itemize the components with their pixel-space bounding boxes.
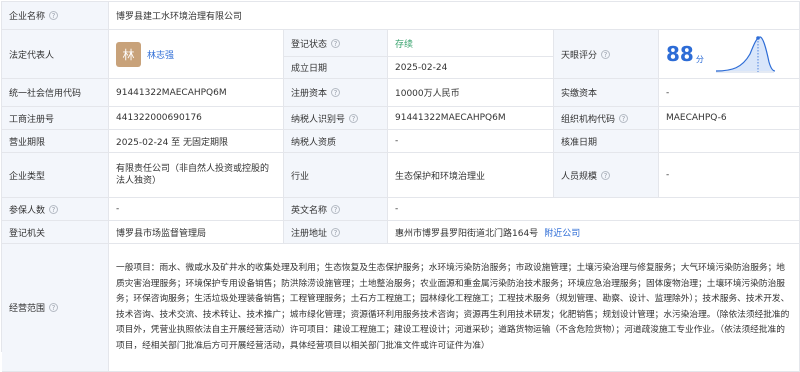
reg-authority-label: 登记机关 — [2, 221, 109, 244]
taxpayer-id-label: 纳税人识别号? — [284, 107, 388, 130]
biz-term-label: 营业期限 — [2, 130, 109, 153]
nearby-companies-link[interactable]: 附近公司 — [544, 226, 580, 239]
help-circle-icon[interactable]: ? — [331, 38, 341, 48]
org-code-value: MAECAHPQ-6 — [659, 107, 800, 130]
industry-value: 生态保护和环境治理业 — [388, 153, 554, 198]
reg-address-value: 惠州市博罗县罗阳街道北门路164号 附近公司 — [388, 221, 800, 244]
biz-term-value: 2025-02-24 至 无固定期限 — [109, 130, 284, 153]
approval-date-label: 核准日期 — [554, 130, 659, 153]
help-circle-icon[interactable]: ? — [49, 204, 59, 214]
org-code-label: 组织机构代码? — [554, 107, 659, 130]
legal-rep-label: 法定代表人 — [2, 30, 109, 79]
reg-authority-value: 博罗县市场监督管理局 — [109, 221, 284, 244]
credit-code-label: 统一社会信用代码 — [2, 79, 109, 107]
help-circle-icon[interactable]: ? — [619, 113, 629, 123]
help-circle-icon[interactable]: ? — [331, 88, 341, 97]
help-circle-icon[interactable]: ? — [331, 204, 341, 214]
reg-address-label: 注册地址? — [284, 221, 388, 244]
paid-capital-label: 实缴资本 — [554, 79, 659, 107]
legal-rep-value: 林 林志强 — [109, 30, 284, 79]
help-circle-icon[interactable]: ? — [601, 170, 611, 180]
tianyan-score-label: 天眼评分? — [554, 30, 659, 79]
taxpayer-qual-label: 纳税人资质 — [284, 130, 388, 153]
score-number: 88 — [666, 42, 694, 66]
biz-scope-label: 经营范围? — [2, 244, 109, 372]
company-type-label: 企业类型 — [2, 153, 109, 198]
company-info-table: 企业名称? 博罗县建工水环境治理有限公司 法定代表人 林 林志强 登记状态? 存… — [1, 1, 800, 372]
help-circle-icon[interactable]: ? — [49, 11, 59, 20]
english-name-label: 英文名称? — [284, 198, 388, 221]
industry-label: 行业 — [284, 153, 388, 198]
company-type-value: 有限责任公司（非自然人投资或控股的法人独资） — [109, 153, 284, 198]
reg-capital-label: 注册资本? — [284, 79, 388, 107]
taxpayer-qual-value: - — [388, 130, 554, 153]
credit-code-value: 91441322MAECAHPQ6M — [109, 79, 284, 107]
staff-size-value: - — [659, 153, 800, 198]
biz-reg-no-label: 工商注册号 — [2, 107, 109, 130]
insured-value: - — [109, 198, 284, 221]
reg-address-text: 惠州市博罗县罗阳街道北门路164号 — [395, 228, 539, 239]
reg-capital-value: 10000万人民币 — [388, 79, 554, 107]
biz-reg-no-value: 441322000690176 — [109, 107, 284, 130]
staff-size-label: 人员规模? — [554, 153, 659, 198]
help-circle-icon[interactable]: ? — [331, 227, 341, 237]
english-name-value: - — [388, 198, 800, 221]
established-value: 2025-02-24 — [388, 57, 554, 79]
paid-capital-value: - — [659, 79, 800, 107]
tianyan-score-value[interactable]: 88 分 — [659, 30, 800, 79]
help-circle-icon[interactable]: ? — [349, 113, 359, 123]
help-circle-icon[interactable]: ? — [49, 303, 59, 312]
score-unit: 分 — [695, 54, 704, 64]
reg-status-label: 登记状态? — [284, 30, 388, 57]
biz-scope-value: 一般项目：雨水、微咸水及矿井水的收集处理及利用；生态恢复及生态保护服务；水环境污… — [109, 244, 800, 372]
taxpayer-id-value: 91441322MAECAHPQ6M — [388, 107, 554, 130]
avatar[interactable]: 林 — [116, 41, 141, 67]
approval-date-value — [659, 130, 800, 153]
insured-label: 参保人数? — [2, 198, 109, 221]
help-circle-icon[interactable]: ? — [601, 49, 611, 59]
company-name-value: 博罗县建工水环境治理有限公司 — [109, 2, 800, 30]
reg-status-value: 存续 — [388, 30, 554, 57]
company-name-label: 企业名称? — [2, 2, 109, 30]
score-curve-icon — [715, 36, 775, 73]
established-label: 成立日期 — [284, 57, 388, 79]
legal-rep-name-link[interactable]: 林志强 — [147, 48, 174, 61]
